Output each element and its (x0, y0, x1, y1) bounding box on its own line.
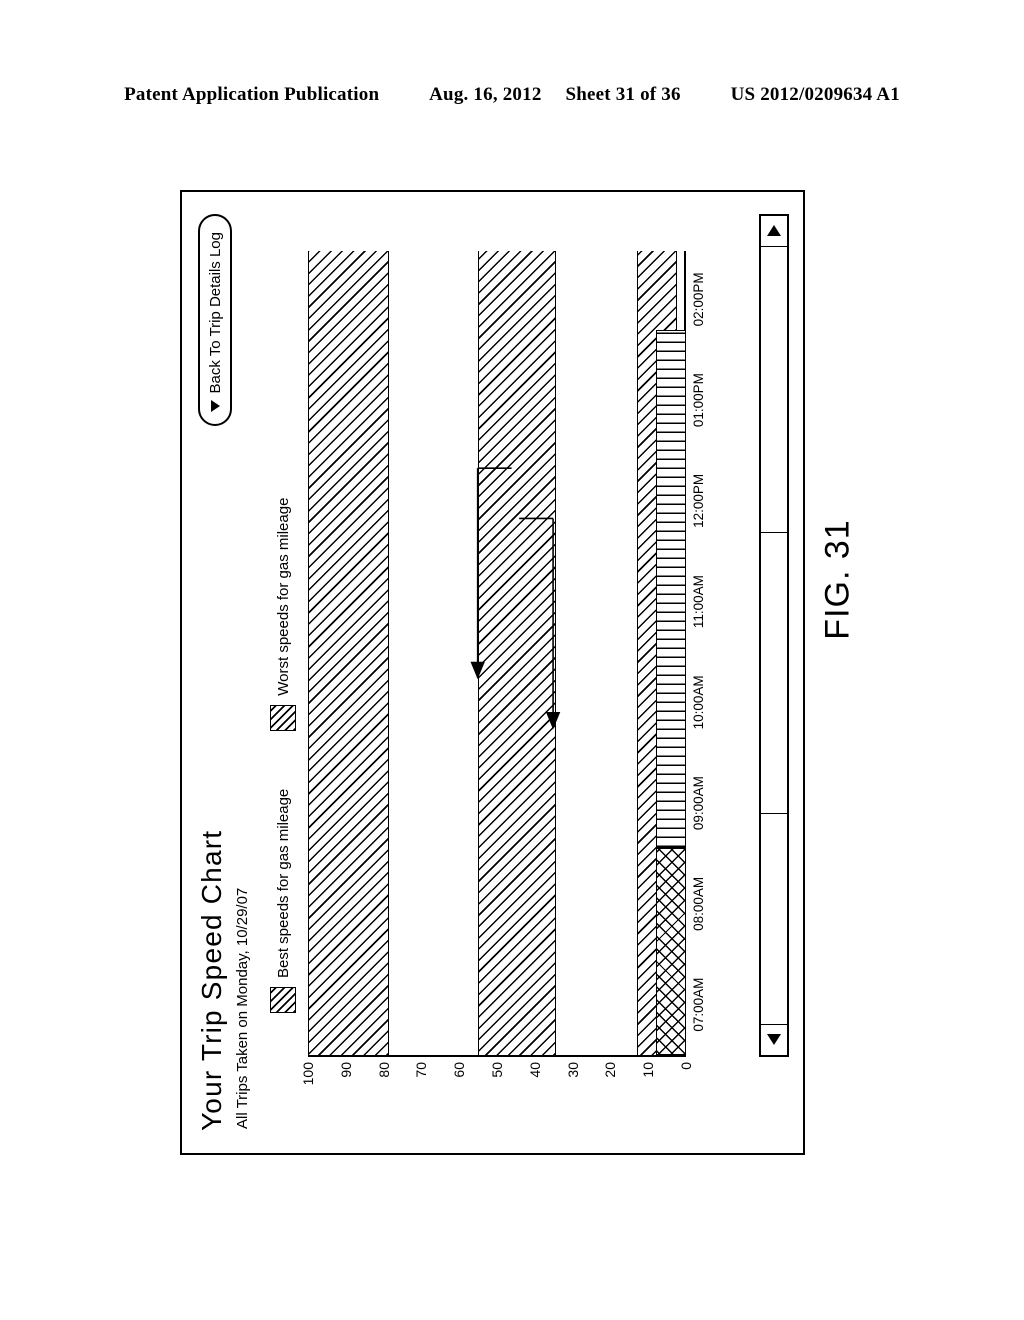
y-tick-0: 0 (678, 1062, 694, 1070)
legend-label-worst: Worst speeds for gas mileage (274, 497, 292, 696)
patent-date-text: Aug. 16, 2012 (429, 84, 542, 105)
scrollbar-thumb[interactable] (761, 532, 787, 815)
rotated-ui-container: Your Trip Speed Chart All Trips Taken on… (180, 190, 805, 1155)
x-tick-09:00AM: 09:00AM (691, 776, 706, 831)
legend-item-best: Best speeds for gas mileage (270, 789, 296, 1013)
scrollbar-track[interactable] (761, 247, 787, 1024)
legend-swatch-worst-icon (270, 704, 296, 731)
scroll-left-button[interactable] (761, 1024, 787, 1055)
page-title: Your Trip Speed Chart (196, 829, 227, 1131)
y-tick-30: 30 (564, 1062, 581, 1078)
back-button-label: Back To Trip Details Log (206, 232, 224, 394)
x-tick-12:00PM: 12:00PM (691, 473, 706, 528)
y-tick-60: 60 (451, 1062, 468, 1078)
horizontal-scrollbar[interactable] (759, 214, 789, 1057)
legend-label-best: Best speeds for gas mileage (274, 788, 292, 978)
patent-publication-text: Patent Application Publication (124, 84, 380, 105)
legend-swatch-best-icon (270, 987, 296, 1013)
y-tick-10: 10 (640, 1062, 657, 1078)
x-tick-01:00PM: 01:00PM (691, 373, 706, 428)
y-tick-50: 50 (489, 1062, 505, 1078)
speed-chart-plot-area: 100 90 80 70 60 50 40 30 20 10 0 07:00AM 08:00AM 09:… (300, 251, 706, 1085)
patent-sheet-text: Sheet 31 of 36 (565, 84, 681, 105)
zone-band-0 (308, 251, 390, 1055)
x-tick-10:00AM: 10:00AM (691, 675, 706, 730)
x-tick-11:00AM: 11:00AM (691, 575, 706, 629)
y-tick-20: 20 (602, 1062, 619, 1078)
y-tick-80: 80 (375, 1062, 392, 1078)
x-tick-08:00AM: 08:00AM (691, 876, 706, 931)
page-subtitle: All Trips Taken on Monday, 10/29/07 (234, 887, 251, 1129)
figure-stage: Your Trip Speed Chart All Trips Taken on… (180, 190, 805, 1155)
legend-item-worst: Worst speeds for gas mileage (270, 498, 296, 731)
y-tick-100: 100 (300, 1062, 316, 1086)
y-tick-90: 90 (337, 1062, 354, 1078)
patent-header: Patent Application Publication Aug. 16, … (0, 84, 1024, 106)
scroll-right-button[interactable] (761, 216, 787, 247)
y-tick-70: 70 (413, 1062, 430, 1078)
patent-number-text: US 2012/0209634 A1 (730, 84, 900, 105)
triangle-right-icon (767, 225, 781, 237)
back-to-trip-details-log-button[interactable]: Back To Trip Details Log (198, 214, 232, 427)
zone-band-1 (478, 251, 556, 1055)
triangle-down-icon (210, 400, 220, 413)
trip-speed-chart-window: Your Trip Speed Chart All Trips Taken on… (180, 190, 805, 1155)
x-tick-07:00AM: 07:00AM (691, 977, 706, 1032)
x-tick-02:00PM: 02:00PM (691, 272, 706, 327)
speed-bar-segment-0 (655, 848, 686, 1055)
figure-number-label: FIG. 31 (818, 519, 857, 640)
chart-legend: Best speeds for gas mileage Worst speeds… (270, 498, 296, 1013)
y-tick-40: 40 (526, 1062, 543, 1078)
triangle-left-icon (767, 1034, 781, 1046)
speed-bar-segment-1 (655, 329, 686, 849)
